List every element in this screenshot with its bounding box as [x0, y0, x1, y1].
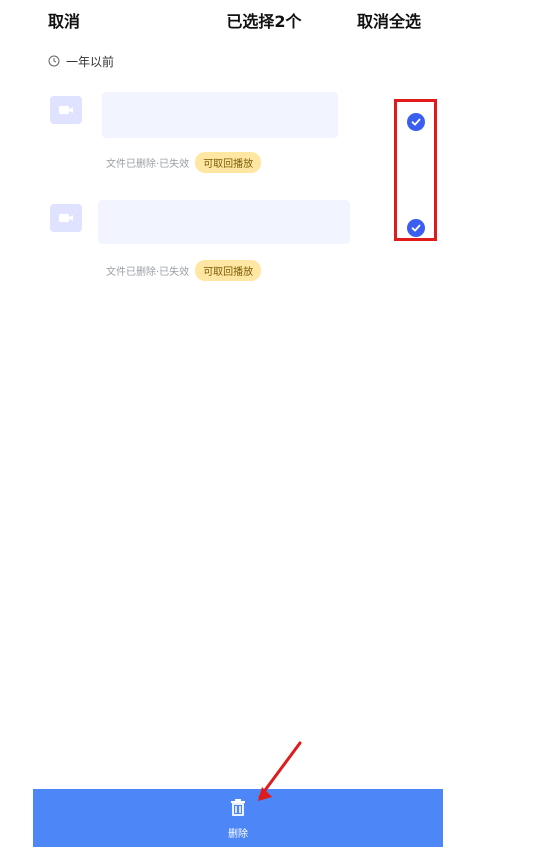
- selection-highlight-box: [394, 99, 437, 241]
- delete-button[interactable]: 删除: [33, 789, 443, 847]
- clock-icon: [48, 55, 60, 67]
- video-icon: [50, 96, 82, 124]
- video-icon: [50, 204, 82, 232]
- group-header: 一年以前: [48, 52, 114, 70]
- retrieve-badge[interactable]: 可取回播放: [195, 152, 262, 173]
- list-item[interactable]: 文件已删除·已失效 可取回播放: [0, 196, 555, 292]
- file-name-placeholder: [98, 200, 350, 244]
- status-text: 文件已删除·已失效: [106, 267, 190, 278]
- delete-label: 删除: [228, 828, 248, 840]
- page-title: 已选择2个: [226, 12, 302, 31]
- cancel-button[interactable]: 取消: [48, 8, 80, 32]
- list-item[interactable]: 文件已删除·已失效 可取回播放: [0, 88, 555, 184]
- retrieve-badge[interactable]: 可取回播放: [195, 260, 262, 281]
- top-bar: 取消 已选择2个 取消全选: [0, 0, 555, 48]
- annotation-arrow: [258, 741, 302, 801]
- file-name-placeholder: [102, 92, 338, 138]
- deselect-all-button[interactable]: 取消全选: [357, 8, 421, 32]
- group-label: 一年以前: [66, 54, 115, 69]
- file-meta: 文件已删除·已失效 可取回播放: [106, 260, 262, 281]
- file-meta: 文件已删除·已失效 可取回播放: [106, 152, 262, 173]
- status-text: 文件已删除·已失效: [106, 159, 190, 170]
